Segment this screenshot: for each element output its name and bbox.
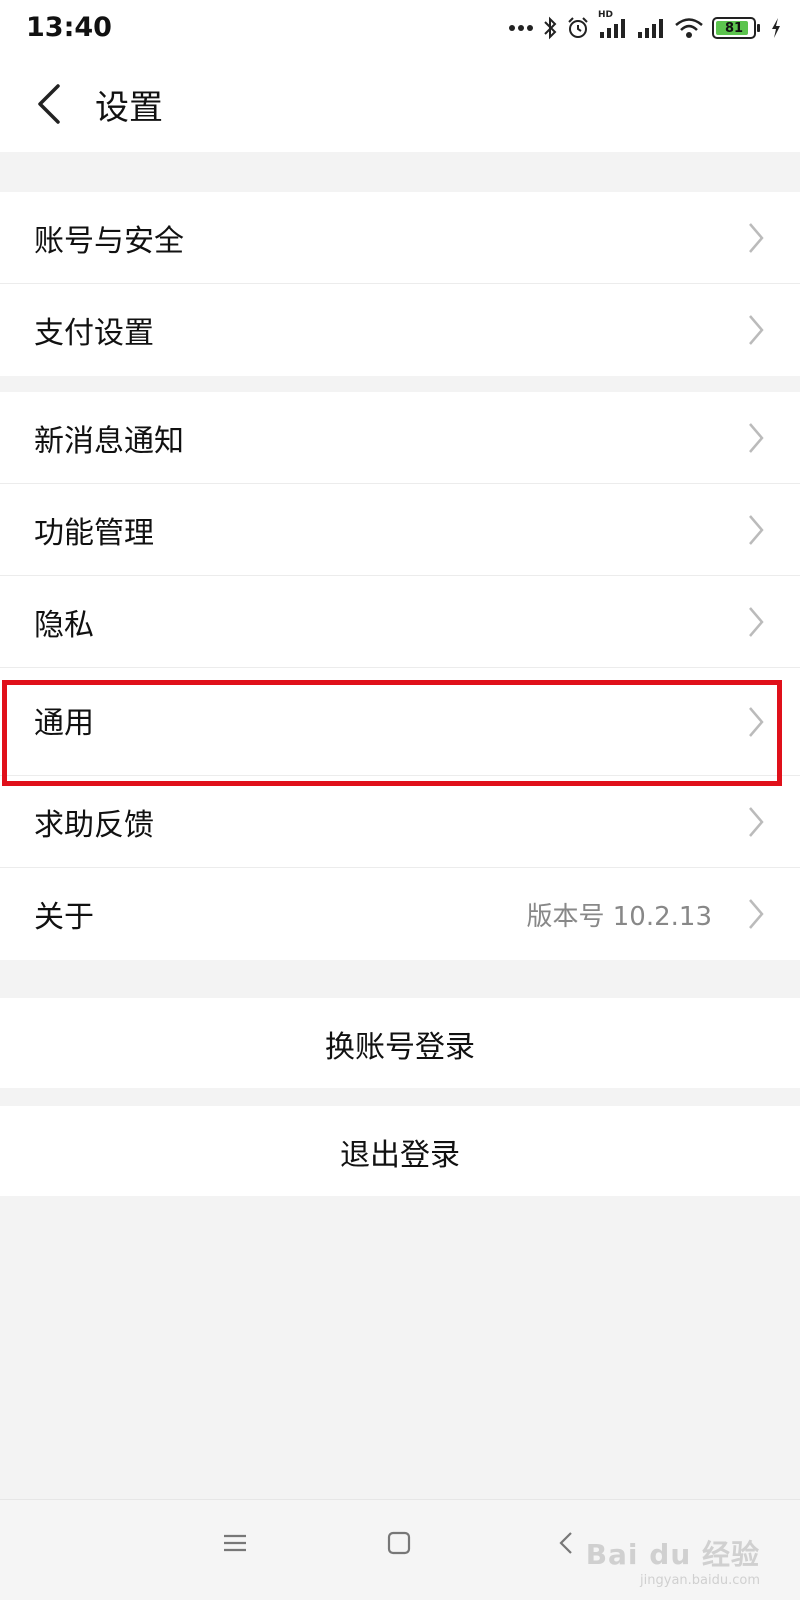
back-chevron-icon[interactable] [30, 80, 70, 128]
chevron-right-icon [746, 704, 766, 740]
chevron-right-icon [746, 312, 766, 348]
row-label: 隐私 [34, 608, 94, 643]
bluetooth-icon [542, 15, 558, 41]
settings-row-payment[interactable]: 支付设置 [0, 284, 800, 376]
alarm-icon [566, 16, 590, 40]
settings-row-general[interactable]: 通用 [0, 668, 800, 776]
version-value: 版本号 10.2.13 [526, 902, 712, 932]
status-time: 13:40 [26, 12, 112, 43]
battery-level: 81 [724, 20, 744, 36]
menu-icon[interactable] [222, 1530, 248, 1560]
settings-row-help-feedback[interactable]: 求助反馈 [0, 776, 800, 868]
settings-group-general: 新消息通知 功能管理 隐私 通用 求助反馈 关于 版本号 10.2.13 [0, 392, 800, 960]
watermark-main: Bai du 经验 [585, 1538, 760, 1571]
chevron-right-icon [746, 896, 766, 932]
row-label: 求助反馈 [34, 808, 154, 843]
chevron-right-icon [746, 804, 766, 840]
chevron-right-icon [746, 420, 766, 456]
row-label: 支付设置 [34, 316, 154, 351]
status-icons: HD 81 [508, 10, 782, 44]
home-square-icon[interactable] [386, 1530, 412, 1560]
navigation-header: 设置 [0, 56, 800, 152]
switch-account-button[interactable]: 换账号登录 [0, 998, 800, 1088]
baidu-watermark: Bai du 经验 jingyan.baidu.com [586, 1533, 760, 1588]
row-label: 账号与安全 [34, 224, 184, 259]
wifi-icon [674, 16, 704, 40]
chevron-right-icon [746, 220, 766, 256]
chevron-right-icon [746, 512, 766, 548]
chevron-right-icon [746, 604, 766, 640]
watermark-sub: jingyan.baidu.com [640, 1573, 760, 1588]
settings-row-features[interactable]: 功能管理 [0, 484, 800, 576]
settings-row-about[interactable]: 关于 版本号 10.2.13 [0, 868, 800, 960]
hd-label: HD [598, 10, 614, 20]
back-triangle-icon[interactable] [556, 1530, 576, 1560]
settings-group-account: 账号与安全 支付设置 [0, 192, 800, 376]
logout-button[interactable]: 退出登录 [0, 1106, 800, 1196]
row-label: 新消息通知 [34, 424, 184, 459]
more-dots-icon [508, 24, 534, 32]
settings-row-privacy[interactable]: 隐私 [0, 576, 800, 668]
hd-signal-icon: HD [598, 10, 628, 40]
row-label: 通用 [34, 706, 94, 741]
battery-icon: 81 [712, 17, 760, 39]
logout-label: 退出登录 [340, 1138, 460, 1173]
charging-icon [770, 17, 782, 39]
system-nav-bar: Bai du 经验 jingyan.baidu.com [0, 1499, 800, 1600]
settings-row-account-security[interactable]: 账号与安全 [0, 192, 800, 284]
page-title: 设置 [95, 88, 163, 128]
signal-icon [636, 16, 666, 40]
status-bar: 13:40 HD 81 [0, 0, 800, 56]
settings-row-notifications[interactable]: 新消息通知 [0, 392, 800, 484]
switch-account-label: 换账号登录 [325, 1030, 475, 1065]
row-label: 关于 [34, 900, 94, 935]
row-label: 功能管理 [34, 516, 154, 551]
